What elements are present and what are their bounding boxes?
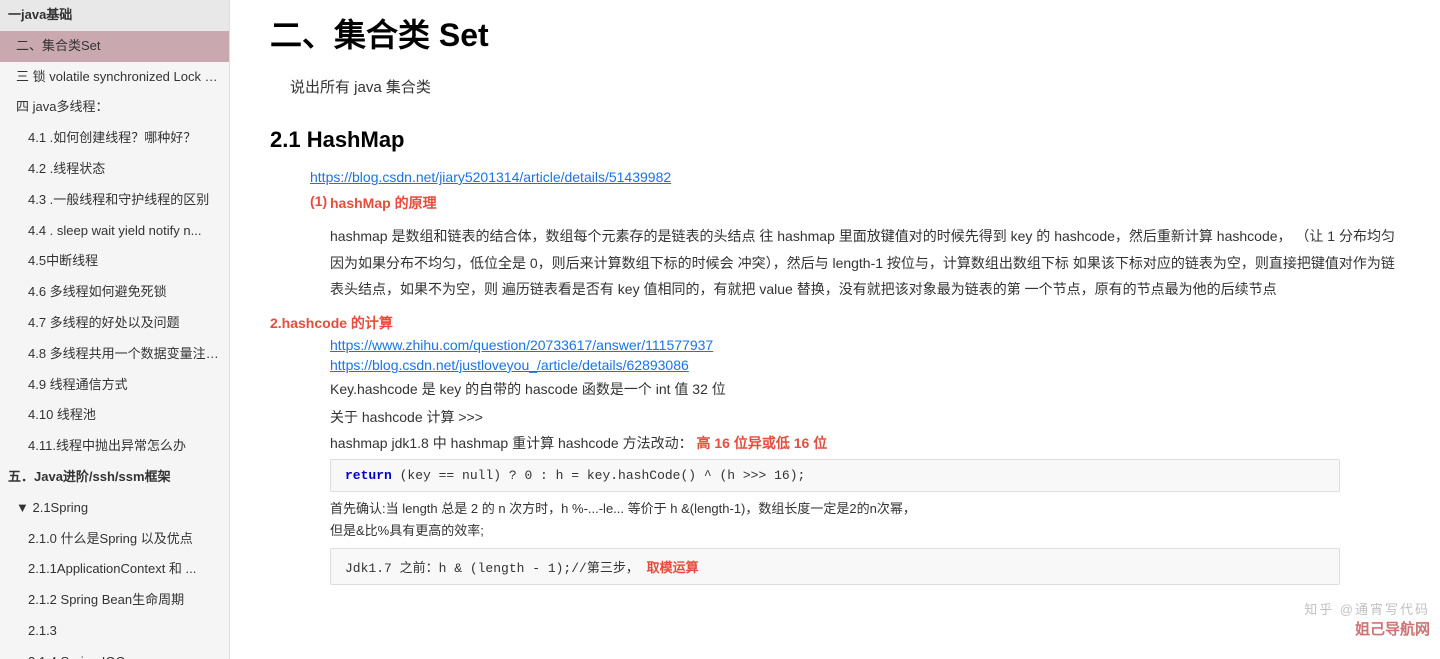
csdn-link-1[interactable]: https://blog.csdn.net/jiary5201314/artic… bbox=[310, 169, 1400, 185]
sidebar-item-label: 二、集合类Set bbox=[16, 38, 101, 53]
page-title: 二、集合类 Set bbox=[270, 10, 1400, 56]
sidebar-item-4-11[interactable]: 4.11.线程中抛出异常怎么办 bbox=[0, 431, 229, 462]
jdk17-red-text: 取模运算 bbox=[647, 560, 699, 575]
sidebar-item-label: 2.1.4 Spring IOC bbox=[28, 654, 125, 659]
sidebar-item-label: 4.2 .线程状态 bbox=[28, 161, 105, 176]
sidebar-item-4-8[interactable]: 4.8 多线程共用一个数据变量注意... bbox=[0, 339, 229, 370]
sidebar-item-label: 4.10 线程池 bbox=[28, 407, 96, 422]
sidebar-item-4-3[interactable]: 4.3 .一般线程和守护线程的区别 bbox=[0, 185, 229, 216]
sidebar-item-4-6[interactable]: 4.6 多线程如何避免死锁 bbox=[0, 277, 229, 308]
jdk17-text: Jdk1.7 之前：h & (length - 1);//第三步， bbox=[345, 561, 639, 576]
code-keyword-return: return bbox=[345, 468, 392, 483]
bottom-note-text: 首先确认:当 length 总是 2 的 n 次方时，h %-...-le...… bbox=[330, 501, 916, 538]
sidebar-item-label: 4.6 多线程如何避免死锁 bbox=[28, 284, 167, 299]
sidebar-item-label: 4.1 .如何创建线程？哪种好？ bbox=[28, 130, 196, 145]
sidebar-item-4-2[interactable]: 4.2 .线程状态 bbox=[0, 154, 229, 185]
hashmap-paragraph: hashmap 是数组和链表的结合体，数组每个元素存的是链表的头结点 往 has… bbox=[330, 223, 1400, 303]
sidebar-item-label: 4.9 线程通信方式 bbox=[28, 377, 128, 392]
sidebar-item-label: 一java基础 bbox=[8, 7, 72, 22]
sidebar-item-label: 2.1.0 什么是Spring 以及优点 bbox=[28, 531, 193, 546]
sidebar-item-label: 4.8 多线程共用一个数据变量注意... bbox=[28, 346, 229, 361]
sidebar: 一java基础 二、集合类Set 三 锁 volatile synchroniz… bbox=[0, 0, 230, 659]
sidebar-item-set[interactable]: 二、集合类Set bbox=[0, 31, 229, 62]
sidebar-item-label: 4.11.线程中抛出异常怎么办 bbox=[28, 438, 186, 453]
sidebar-item-label: 4.4 . sleep wait yield notify n... bbox=[28, 223, 201, 238]
jdk17-block: Jdk1.7 之前：h & (length - 1);//第三步， 取模运算 bbox=[330, 548, 1340, 585]
sidebar-item-4-10[interactable]: 4.10 线程池 bbox=[0, 400, 229, 431]
sidebar-item-label: 五．Java进阶/ssh/ssm框架 bbox=[8, 469, 171, 484]
csdn-link-2[interactable]: https://blog.csdn.net/justloveyou_/artic… bbox=[330, 357, 1400, 373]
sidebar-item-label: 2.1.3 bbox=[28, 623, 57, 638]
main-content: 二、集合类 Set 说出所有 java 集合类 2.1 HashMap http… bbox=[230, 0, 1440, 659]
sidebar-item-2-1-3[interactable]: 2.1.3 bbox=[0, 616, 229, 647]
links-block: https://www.zhihu.com/question/20733617/… bbox=[330, 337, 1400, 373]
sidebar-item-label: 4.7 多线程的好处以及问题 bbox=[28, 315, 180, 330]
sidebar-item-label: 四 java多线程： bbox=[16, 99, 108, 114]
sidebar-item-java-advanced[interactable]: 五．Java进阶/ssh/ssm框架 bbox=[0, 462, 229, 493]
numbered-item-1: (1) hashMap 的原理 bbox=[270, 193, 1400, 213]
sidebar-item-lock[interactable]: 三 锁 volatile synchronized Lock R... bbox=[0, 62, 229, 93]
sidebar-item-java-basics[interactable]: 一java基础 bbox=[0, 0, 229, 31]
sidebar-item-2-1-0[interactable]: 2.1.0 什么是Spring 以及优点 bbox=[0, 524, 229, 555]
jdk-red-text: 高 16 位异或低 16 位 bbox=[697, 435, 828, 451]
sidebar-item-label: 2.1.2 Spring Bean生命周期 bbox=[28, 592, 184, 607]
sidebar-item-4-9[interactable]: 4.9 线程通信方式 bbox=[0, 370, 229, 401]
sidebar-item-label: 4.5中断线程 bbox=[28, 253, 98, 268]
bottom-note-1: 首先确认:当 length 总是 2 的 n 次方时，h %-...-le...… bbox=[330, 498, 1340, 542]
code-block-1: return (key == null) ? 0 : h = key.hashC… bbox=[330, 459, 1340, 492]
sidebar-item-label: 4.3 .一般线程和守护线程的区别 bbox=[28, 192, 209, 207]
sidebar-item-2-1-2[interactable]: 2.1.2 Spring Bean生命周期 bbox=[0, 585, 229, 616]
about-hashcode-text: 关于 hashcode 计算 >>> bbox=[330, 407, 1400, 427]
subtitle-text: 说出所有 java 集合类 bbox=[270, 76, 1400, 97]
sidebar-item-2-1-4[interactable]: 2.1.4 Spring IOC bbox=[0, 647, 229, 659]
sidebar-item-4-5[interactable]: 4.5中断线程 bbox=[0, 246, 229, 277]
zhihu-link[interactable]: https://www.zhihu.com/question/20733617/… bbox=[330, 337, 1400, 353]
numbered-label-1: (1) bbox=[270, 193, 330, 213]
sidebar-item-label: 三 锁 volatile synchronized Lock R... bbox=[16, 69, 225, 84]
jdk-note-text: hashmap jdk1.8 中 hashmap 重计算 hashcode 方法… bbox=[330, 435, 693, 451]
sidebar-item-multithreading[interactable]: 四 java多线程： bbox=[0, 92, 229, 123]
code-text-1: (key == null) ? 0 : h = key.hashCode() ^… bbox=[400, 468, 806, 483]
sidebar-item-4-4[interactable]: 4.4 . sleep wait yield notify n... bbox=[0, 216, 229, 247]
sidebar-item-4-1[interactable]: 4.1 .如何创建线程？哪种好？ bbox=[0, 123, 229, 154]
sidebar-item-spring[interactable]: ▼ 2.1Spring bbox=[0, 493, 229, 524]
sidebar-item-label: ▼ 2.1Spring bbox=[16, 500, 88, 515]
key-hashcode-text: Key.hashcode 是 key 的自带的 hascode 函数是一个 in… bbox=[330, 379, 1400, 399]
jdk-note: hashmap jdk1.8 中 hashmap 重计算 hashcode 方法… bbox=[330, 433, 1400, 453]
section-title-hashmap: 2.1 HashMap bbox=[270, 127, 1400, 153]
hashcode-label: 2.hashcode 的计算 bbox=[270, 313, 1400, 333]
sidebar-item-4-7[interactable]: 4.7 多线程的好处以及问题 bbox=[0, 308, 229, 339]
numbered-text-1: hashMap 的原理 bbox=[330, 193, 437, 213]
sidebar-item-2-1-1[interactable]: 2.1.1ApplicationContext 和 ... bbox=[0, 554, 229, 585]
sidebar-item-label: 2.1.1ApplicationContext 和 ... bbox=[28, 561, 196, 576]
